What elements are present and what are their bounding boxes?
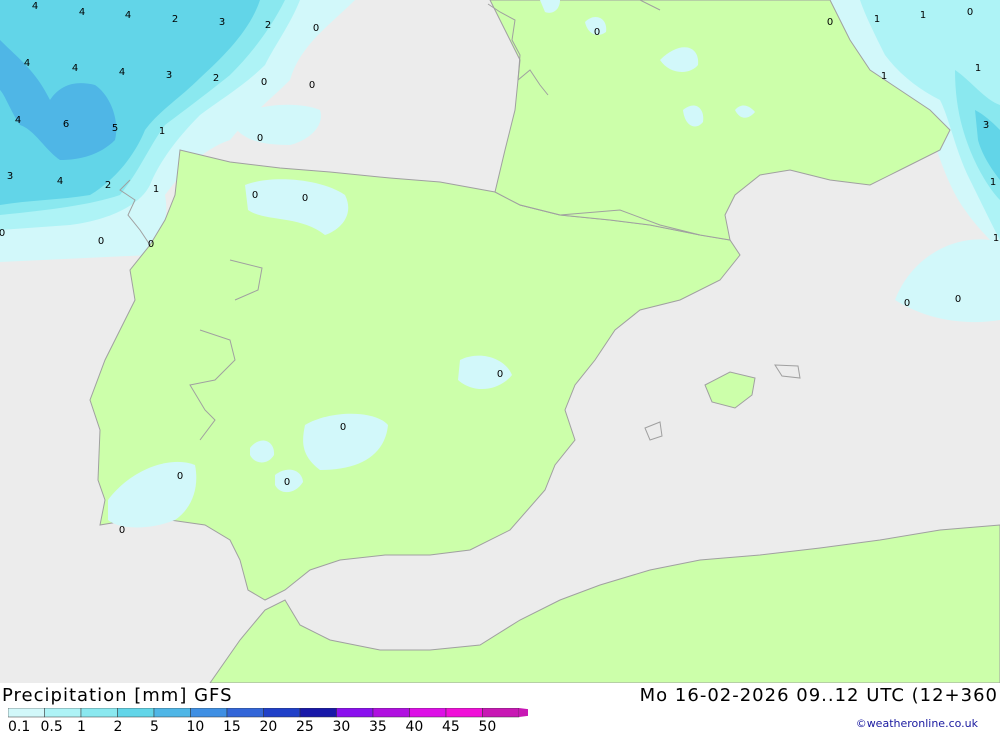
legend-tick-label: 40	[406, 719, 424, 733]
map-value: 5	[112, 123, 118, 134]
map-value: 0	[284, 477, 290, 488]
credit-link[interactable]: ©weatheronline.co.uk	[856, 717, 978, 730]
map-value: 1	[990, 177, 996, 188]
map-value: 6	[63, 119, 69, 130]
legend-swatch	[482, 708, 520, 718]
color-scale-legend: 0.1 0.5 1 2 5 10 15 20 25 30 35 40 45 50	[8, 708, 528, 733]
precipitation-map: 4 4 4 2 3 2 0 4 4 4 3 2 0 0 4 6 5 1 0 3 …	[0, 0, 1000, 683]
map-value: 2	[172, 14, 178, 25]
map-value: 4	[32, 1, 38, 12]
legend-swatch	[263, 708, 301, 718]
map-value: 0	[955, 294, 961, 305]
map-value: 0	[257, 133, 263, 144]
map-value: 3	[983, 120, 989, 131]
legend-swatch	[226, 708, 264, 718]
map-value: 2	[213, 73, 219, 84]
legend-tick-label: 20	[260, 719, 278, 733]
legend-swatch	[80, 708, 118, 718]
map-value: 0	[827, 17, 833, 28]
map-value: 0	[119, 525, 125, 536]
map-title: Precipitation [mm] GFS	[2, 685, 233, 706]
map-value: 0	[302, 193, 308, 204]
map-value: 1	[993, 233, 999, 244]
map-value: 3	[219, 17, 225, 28]
map-value: 0	[967, 7, 973, 18]
map-value: 0	[261, 77, 267, 88]
legend-tick-label: 2	[114, 719, 123, 733]
map-value: 4	[72, 63, 78, 74]
model-name: GFS	[194, 685, 233, 706]
legend-tick-label: 0.1	[8, 719, 30, 733]
map-value: 0	[904, 298, 910, 309]
map-value: 1	[881, 71, 887, 82]
map-value: 1	[153, 184, 159, 195]
forecast-datetime: Mo 16-02-2026 09..12 UTC (12+360	[639, 685, 998, 706]
legend-swatch	[299, 708, 337, 718]
map-value: 3	[7, 171, 13, 182]
map-value: 4	[119, 67, 125, 78]
legend-tick-label: 50	[479, 719, 497, 733]
map-value: 0	[497, 369, 503, 380]
legend-tick-label: 25	[296, 719, 314, 733]
legend-arrow	[519, 708, 528, 717]
legend-tick-label: 0.5	[41, 719, 63, 733]
legend-swatch	[44, 708, 82, 718]
map-value: 4	[57, 176, 63, 187]
map-value: 0	[98, 236, 104, 247]
map-value: 0	[313, 23, 319, 34]
map-value: 1	[920, 10, 926, 21]
legend-tick-label: 15	[223, 719, 241, 733]
legend-swatch	[445, 708, 483, 718]
map-value: 3	[166, 70, 172, 81]
legend-swatch	[409, 708, 447, 718]
legend-tick-label: 45	[442, 719, 460, 733]
footer: Precipitation [mm] GFS Mo 16-02-2026 09.…	[0, 683, 1000, 733]
product-name: Precipitation [mm]	[2, 685, 188, 706]
legend-swatch	[336, 708, 374, 718]
legend-tick-label: 10	[187, 719, 205, 733]
map-value: 0	[594, 27, 600, 38]
legend-tick-label: 30	[333, 719, 351, 733]
map-value: 2	[265, 20, 271, 31]
legend-tick-label: 1	[77, 719, 86, 733]
map-value: 0	[340, 422, 346, 433]
map-value: 0	[177, 471, 183, 482]
map-value: 0	[309, 80, 315, 91]
map-value: 4	[79, 7, 85, 18]
legend-swatch	[153, 708, 191, 718]
legend-swatch	[8, 708, 45, 718]
map-value: 2	[105, 180, 111, 191]
map-value: 0	[252, 190, 258, 201]
map-value: 0	[0, 228, 5, 239]
legend-swatch	[117, 708, 155, 718]
legend-swatch	[372, 708, 410, 718]
map-value: 4	[15, 115, 21, 126]
map-value: 1	[975, 63, 981, 74]
map-value: 4	[24, 58, 30, 69]
legend-swatch	[190, 708, 228, 718]
map-value: 4	[125, 10, 131, 21]
map-value: 1	[874, 14, 880, 25]
legend-tick-label: 35	[369, 719, 387, 733]
map-value: 1	[159, 126, 165, 137]
legend-tick-label: 5	[150, 719, 159, 733]
map-value: 0	[148, 239, 154, 250]
